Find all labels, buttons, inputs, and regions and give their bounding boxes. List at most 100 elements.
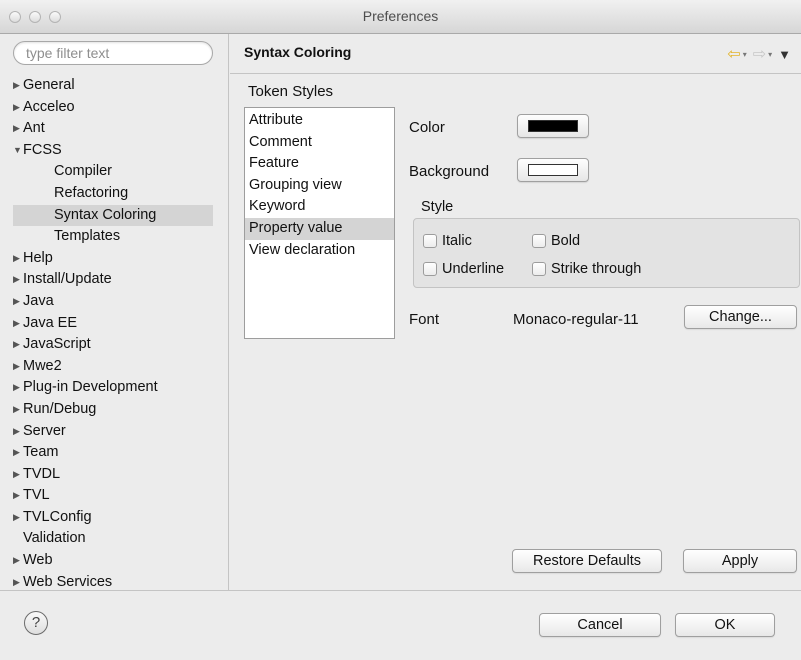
strike-through-checkbox-row[interactable]: Strike through: [532, 261, 641, 277]
tree-item-plug-in-development[interactable]: ▶ Plug-in Development: [13, 377, 213, 399]
color-label: Color: [409, 119, 445, 136]
title-bar: Preferences: [0, 0, 801, 34]
underline-checkbox[interactable]: [423, 262, 437, 276]
page-header: Syntax Coloring ⇦ ▾ ⇨ ▾ ▼: [230, 34, 801, 74]
color-picker-button[interactable]: [517, 114, 589, 138]
forward-history-dropdown-icon[interactable]: ▾: [768, 50, 772, 59]
tree-item-label: Ant: [23, 120, 45, 137]
collapsed-arrow-icon[interactable]: ▶: [13, 507, 23, 529]
collapsed-arrow-icon[interactable]: ▶: [13, 75, 23, 97]
ok-button[interactable]: OK: [675, 613, 775, 637]
tree-item-help[interactable]: ▶ Help: [13, 248, 213, 270]
color-swatch: [528, 120, 578, 132]
token-style-item[interactable]: Comment: [245, 132, 394, 154]
tree-item-team[interactable]: ▶ Team: [13, 442, 213, 464]
collapsed-arrow-icon[interactable]: ▶: [13, 334, 23, 356]
token-style-item[interactable]: Grouping view: [245, 175, 394, 197]
tree-item-run-debug[interactable]: ▶ Run/Debug: [13, 399, 213, 421]
token-styles-label: Token Styles: [248, 83, 334, 100]
tree-item-web[interactable]: ▶ Web: [13, 550, 213, 572]
restore-defaults-button[interactable]: Restore Defaults: [512, 549, 662, 573]
tree-item-label: Team: [23, 444, 59, 461]
collapsed-arrow-icon[interactable]: ▶: [13, 399, 23, 421]
tree-item-ant[interactable]: ▶ Ant: [13, 118, 213, 140]
expanded-arrow-icon[interactable]: ▼: [13, 140, 23, 162]
tree-item-templates[interactable]: Templates: [13, 226, 213, 248]
tree-item-java-ee[interactable]: ▶ Java EE: [13, 313, 213, 335]
tree-item-tvdl[interactable]: ▶ TVDL: [13, 464, 213, 486]
token-style-item[interactable]: Feature: [245, 153, 394, 175]
tree-item-compiler[interactable]: Compiler: [13, 161, 213, 183]
tree-item-general[interactable]: ▶ General: [13, 75, 213, 97]
collapsed-arrow-icon[interactable]: ▶: [13, 313, 23, 335]
bold-checkbox-row[interactable]: Bold: [532, 233, 580, 249]
strike-through-checkbox[interactable]: [532, 262, 546, 276]
back-arrow-icon[interactable]: ⇦: [727, 44, 740, 64]
italic-label: Italic: [442, 233, 472, 249]
forward-arrow-icon[interactable]: ⇨: [753, 44, 766, 64]
tree-item-tvlconfig[interactable]: ▶ TVLConfig: [13, 507, 213, 529]
collapsed-arrow-icon[interactable]: ▶: [13, 442, 23, 464]
tree-item-validation[interactable]: Validation: [13, 528, 213, 550]
tree-item-label: TVL: [23, 487, 50, 504]
italic-checkbox-row[interactable]: Italic: [423, 233, 472, 249]
collapsed-arrow-icon[interactable]: ▶: [13, 291, 23, 313]
filter-input[interactable]: type filter text: [13, 41, 213, 65]
cancel-button[interactable]: Cancel: [539, 613, 661, 637]
token-style-item[interactable]: Property value: [245, 217, 394, 240]
underline-label: Underline: [442, 261, 505, 277]
background-swatch: [528, 164, 578, 176]
tree-item-label: Syntax Coloring: [54, 206, 157, 223]
collapsed-arrow-icon[interactable]: ▶: [13, 269, 23, 291]
collapsed-arrow-icon[interactable]: ▶: [13, 421, 23, 443]
change-font-button[interactable]: Change...: [684, 305, 797, 329]
tree-item-javascript[interactable]: ▶ JavaScript: [13, 334, 213, 356]
italic-checkbox[interactable]: [423, 234, 437, 248]
tree-item-label: Acceleo: [23, 98, 75, 115]
tree-item-syntax-coloring[interactable]: Syntax Coloring: [13, 204, 213, 227]
tree-item-java[interactable]: ▶ Java: [13, 291, 213, 313]
tree-item-server[interactable]: ▶ Server: [13, 421, 213, 443]
back-history-dropdown-icon[interactable]: ▾: [743, 50, 747, 59]
token-styles-list[interactable]: Attribute Comment Feature Grouping view Keyw…: [244, 107, 395, 339]
token-style-item[interactable]: Attribute: [245, 110, 394, 132]
collapsed-arrow-icon[interactable]: ▶: [13, 464, 23, 486]
tree-item-mwe2[interactable]: ▶ Mwe2: [13, 356, 213, 378]
tree-item-fcss[interactable]: ▼ FCSS: [13, 140, 213, 162]
tree-item-label: Templates: [54, 228, 121, 245]
tree-item-refactoring[interactable]: Refactoring: [13, 183, 213, 205]
tree-item-label: General: [23, 77, 75, 93]
view-menu-icon[interactable]: ▼: [778, 47, 791, 62]
tree-item-acceleo[interactable]: ▶ Acceleo: [13, 97, 213, 119]
collapsed-arrow-icon[interactable]: ▶: [13, 356, 23, 378]
tree-item-label: Mwe2: [23, 357, 62, 374]
tree-item-label: Java: [23, 292, 54, 309]
collapsed-arrow-icon[interactable]: ▶: [13, 248, 23, 270]
token-style-item[interactable]: Keyword: [245, 196, 394, 218]
tree-item-label: Plug-in Development: [23, 379, 158, 396]
strike-through-label: Strike through: [551, 261, 642, 277]
collapsed-arrow-icon[interactable]: ▶: [13, 377, 23, 399]
apply-button[interactable]: Apply: [683, 549, 797, 573]
tree-item-install-update[interactable]: ▶ Install/Update: [13, 269, 213, 291]
help-icon[interactable]: ?: [24, 611, 48, 635]
dialog-button-bar: ? Cancel OK: [0, 590, 801, 660]
collapsed-arrow-icon[interactable]: ▶: [13, 550, 23, 572]
tree-item-label: Validation: [23, 530, 86, 547]
window-title: Preferences: [362, 8, 439, 24]
collapsed-arrow-icon[interactable]: ▶: [13, 485, 23, 507]
tree-item-label: Compiler: [54, 163, 113, 180]
tree-item-label: Install/Update: [23, 271, 112, 288]
tree-item-label: FCSS: [23, 141, 62, 158]
page-title: Syntax Coloring: [244, 44, 352, 60]
style-group-label: Style: [421, 199, 454, 215]
background-picker-button[interactable]: [517, 158, 589, 182]
collapsed-arrow-icon[interactable]: ▶: [13, 118, 23, 140]
collapsed-arrow-icon[interactable]: ▶: [13, 97, 23, 119]
bold-checkbox[interactable]: [532, 234, 546, 248]
token-style-item[interactable]: View declaration: [245, 240, 394, 262]
underline-checkbox-row[interactable]: Underline: [423, 261, 504, 277]
preferences-tree-pane: type filter text ▶ General ▶ Acceleo ▶ Ant ▼ FC…: [0, 34, 229, 590]
tree-item-tvl[interactable]: ▶ TVL: [13, 485, 213, 507]
tree-item-label: Java EE: [23, 314, 77, 331]
